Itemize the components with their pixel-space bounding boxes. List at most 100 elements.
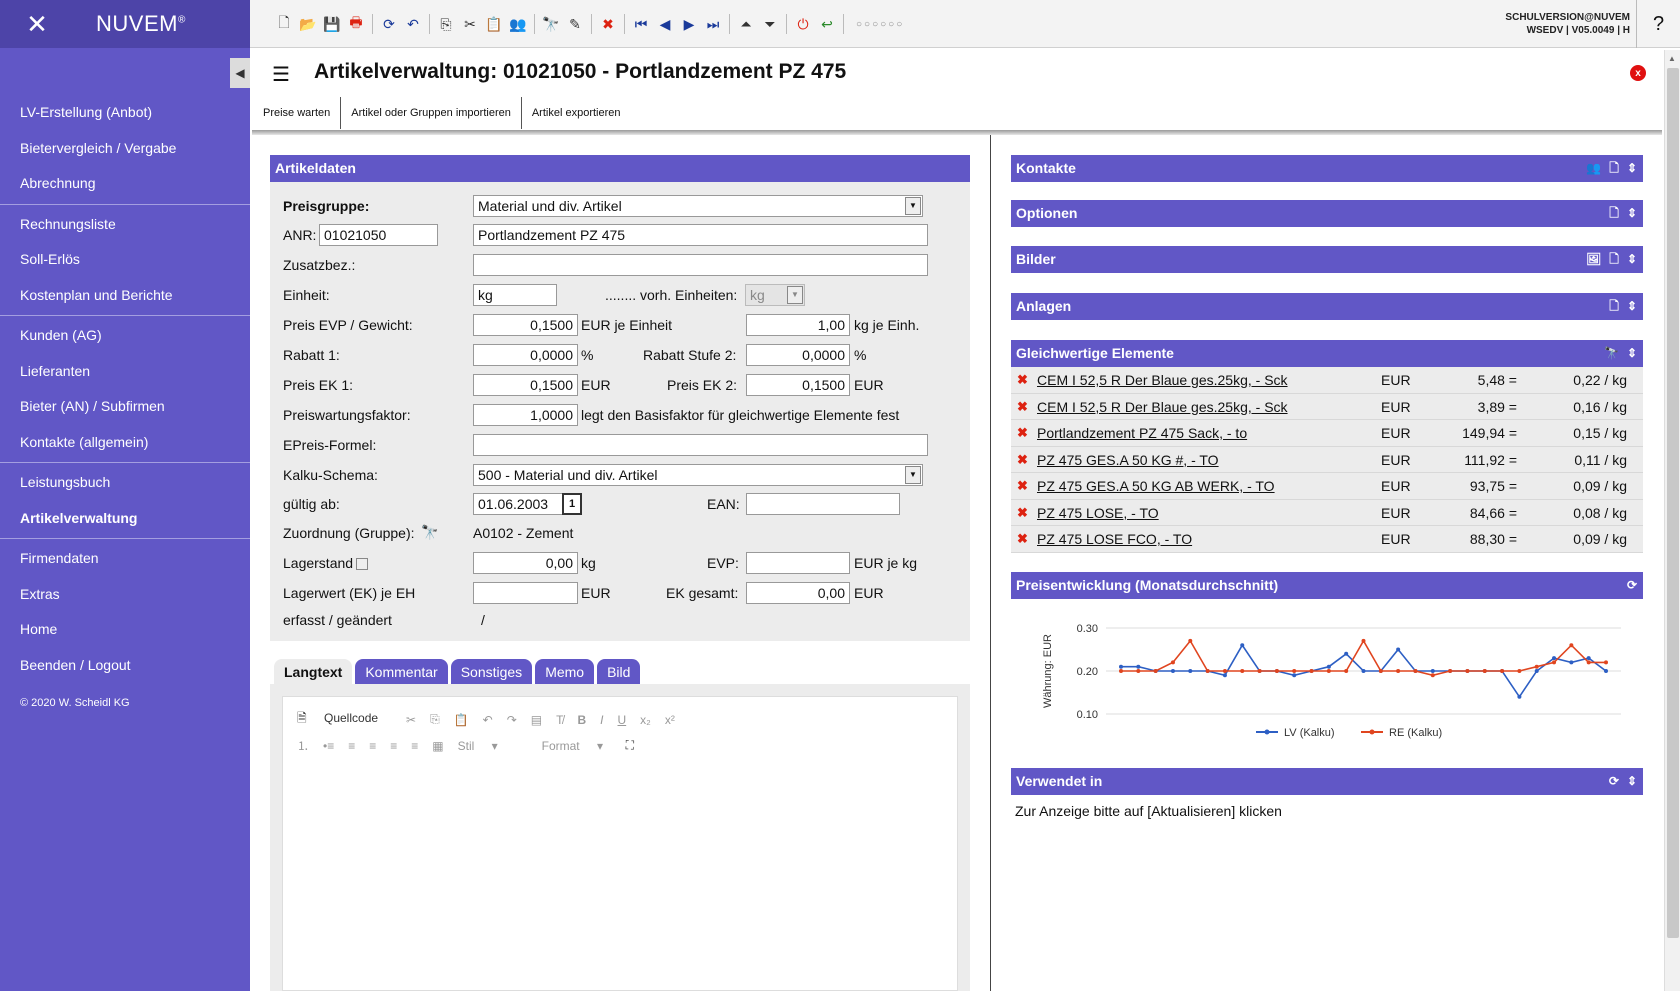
subtab-export[interactable]: Artikel exportieren [522,97,631,129]
evp-input[interactable]: 0,1500 [473,314,578,336]
preisgruppe-select[interactable]: Material und div. Artikel ▼ [473,195,923,217]
ekges-input[interactable]: 0,00 [746,582,850,604]
ek2-input[interactable]: 0,1500 [746,374,850,396]
binoculars-small-icon[interactable]: 👥 [506,14,530,34]
equivalent-link[interactable]: PZ 475 LOSE FCO, - TO [1037,526,1192,553]
lagerstand-checkbox[interactable] [356,558,369,571]
brand[interactable]: ✕ NUVEM® [0,0,250,48]
back-arrow-icon[interactable]: ↩ [815,14,839,34]
bold-icon[interactable]: B [577,713,586,727]
tab-memo[interactable]: Memo [535,659,595,685]
image-icon[interactable]: 🖼 [1586,246,1601,273]
numbered-list-icon[interactable]: ⒈ [297,737,309,754]
power-icon[interactable]: ⏻ [791,14,815,34]
last-record-icon[interactable]: ⏭ [701,14,725,34]
first-record-icon[interactable]: ⏮ [629,14,653,34]
delete-icon[interactable]: ✖ [596,14,620,34]
evp2-input[interactable] [746,552,850,574]
maximize-icon[interactable]: ⛶ [626,738,634,753]
collapse-sidebar-button[interactable]: ◀ [230,58,250,88]
bezeichnung-input[interactable]: Portlandzement PZ 475 [473,224,928,246]
tab-bild[interactable]: Bild [597,659,641,685]
equivalent-link[interactable]: PZ 475 LOSE, - TO [1037,500,1159,527]
rabatt2-input[interactable]: 0,0000 [746,344,850,366]
subtab-import[interactable]: Artikel oder Gruppen importieren [341,97,522,129]
expand-icon[interactable]: ⇕ [1627,246,1637,273]
tab-kommentar[interactable]: Kommentar [355,659,448,685]
expand-icon[interactable]: ⇕ [1627,768,1637,795]
equivalent-link[interactable]: PZ 475 GES.A 50 KG AB WERK, - TO [1037,473,1275,500]
rich-text-editor[interactable]: 🗎 Quellcode ✂ ⎘ 📋 ↶ ↷ ▤ T̸ B I U x₂ x² ⒈… [282,696,958,991]
new-document-icon[interactable]: 🗋 [1609,293,1619,320]
cut-icon[interactable]: ✂ [458,14,482,34]
new-document-icon[interactable]: 🗋 [272,14,296,34]
new-document-icon[interactable]: 🗋 [1609,246,1619,273]
sidebar-item[interactable]: Abrechnung [0,166,250,202]
lagerstand-input[interactable]: 0,00 [473,552,578,574]
paste-icon[interactable]: 📋 [454,713,469,727]
search-binoculars-icon[interactable]: 🔭 [539,14,563,34]
rabatt1-input[interactable]: 0,0000 [473,344,578,366]
sidebar-item[interactable]: Bietervergleich / Vergabe [0,131,250,167]
pwf-input[interactable]: 1,0000 [473,404,578,426]
open-folder-icon[interactable]: 📂 [296,14,320,34]
paste-text-icon[interactable]: ▤ [531,713,542,727]
undo-icon[interactable]: ↶ [483,713,493,727]
subtab-preise-warten[interactable]: Preise warten [253,97,342,129]
tab-sonstiges[interactable]: Sonstiges [450,659,533,685]
format-dropdown[interactable]: Format ▾ [542,739,612,753]
source-code-button[interactable]: 🗎 Quellcode [297,709,392,730]
expand-icon[interactable]: ⇕ [1627,200,1637,227]
cut-icon[interactable]: ✂ [406,713,416,727]
delete-icon[interactable]: ✖ [1017,500,1028,527]
refresh-icon[interactable]: ⟳ [1609,768,1619,795]
sidebar-item[interactable]: Rechnungsliste [0,207,250,243]
delete-icon[interactable]: ✖ [1017,367,1028,394]
binoculars-icon[interactable]: 🔭 [1604,340,1619,367]
sidebar-item[interactable]: Beenden / Logout [0,648,250,684]
lagerwert-input[interactable] [473,582,578,604]
sidebar-item[interactable]: Firmendaten [0,541,250,577]
justify-icon[interactable]: ≡ [411,739,418,753]
save-icon[interactable]: 💾 [320,14,344,34]
expand-icon[interactable]: ⇕ [1627,340,1637,367]
gewicht-input[interactable]: 1,00 [746,314,850,336]
sort-up-icon[interactable]: ⏶ [734,14,758,34]
sidebar-item[interactable]: LV-Erstellung (Anbot) [0,95,250,131]
sidebar-item[interactable]: Soll-Erlös [0,242,250,278]
redo-icon[interactable]: ↷ [507,713,517,727]
delete-icon[interactable]: ✖ [1017,394,1028,421]
paste-icon[interactable]: 📋 [482,14,506,34]
equivalent-link[interactable]: Portlandzement PZ 475 Sack, - to [1037,420,1247,447]
delete-icon[interactable]: ✖ [1017,473,1028,500]
refresh-icon[interactable]: ⟳ [377,14,401,34]
tab-langtext[interactable]: Langtext [274,659,353,685]
hamburger-menu-icon[interactable]: ☰ [272,62,290,87]
align-right-icon[interactable]: ≡ [390,739,397,753]
style-dropdown[interactable]: Stil ▾ [458,739,528,753]
bullet-list-icon[interactable]: •≡ [323,739,334,753]
sort-down-icon[interactable]: ⏷ [758,14,782,34]
copy-icon[interactable]: ⎘ [430,712,440,727]
underline-icon[interactable]: U [618,713,627,727]
superscript-icon[interactable]: x² [665,713,675,727]
calendar-button[interactable]: 1 [562,493,582,515]
sidebar-item[interactable]: Bieter (AN) / Subfirmen [0,389,250,425]
sidebar-item[interactable]: Kontakte (allgemein) [0,425,250,461]
kalku-select[interactable]: 500 - Material und div. Artikel ▼ [473,464,923,486]
gueltig-input[interactable]: 01.06.2003 [473,493,563,515]
help-button[interactable]: ? [1636,0,1680,48]
close-button[interactable]: x [1630,65,1646,81]
delete-icon[interactable]: ✖ [1017,526,1028,553]
new-document-icon[interactable]: 🗋 [1609,155,1619,182]
sidebar-item[interactable]: Home [0,612,250,648]
people-icon[interactable]: 👥 [1586,155,1601,182]
ek1-input[interactable]: 0,1500 [473,374,578,396]
undo-icon[interactable]: ↶ [401,14,425,34]
sidebar-item[interactable]: Extras [0,577,250,613]
equivalent-link[interactable]: CEM I 52,5 R Der Blaue ges.25kg, - Sck [1037,394,1288,421]
copy-icon[interactable]: ⎘ [434,14,458,34]
align-left-icon[interactable]: ≡ [348,739,355,753]
previous-record-icon[interactable]: ◀ [653,14,677,34]
next-record-icon[interactable]: ▶ [677,14,701,34]
